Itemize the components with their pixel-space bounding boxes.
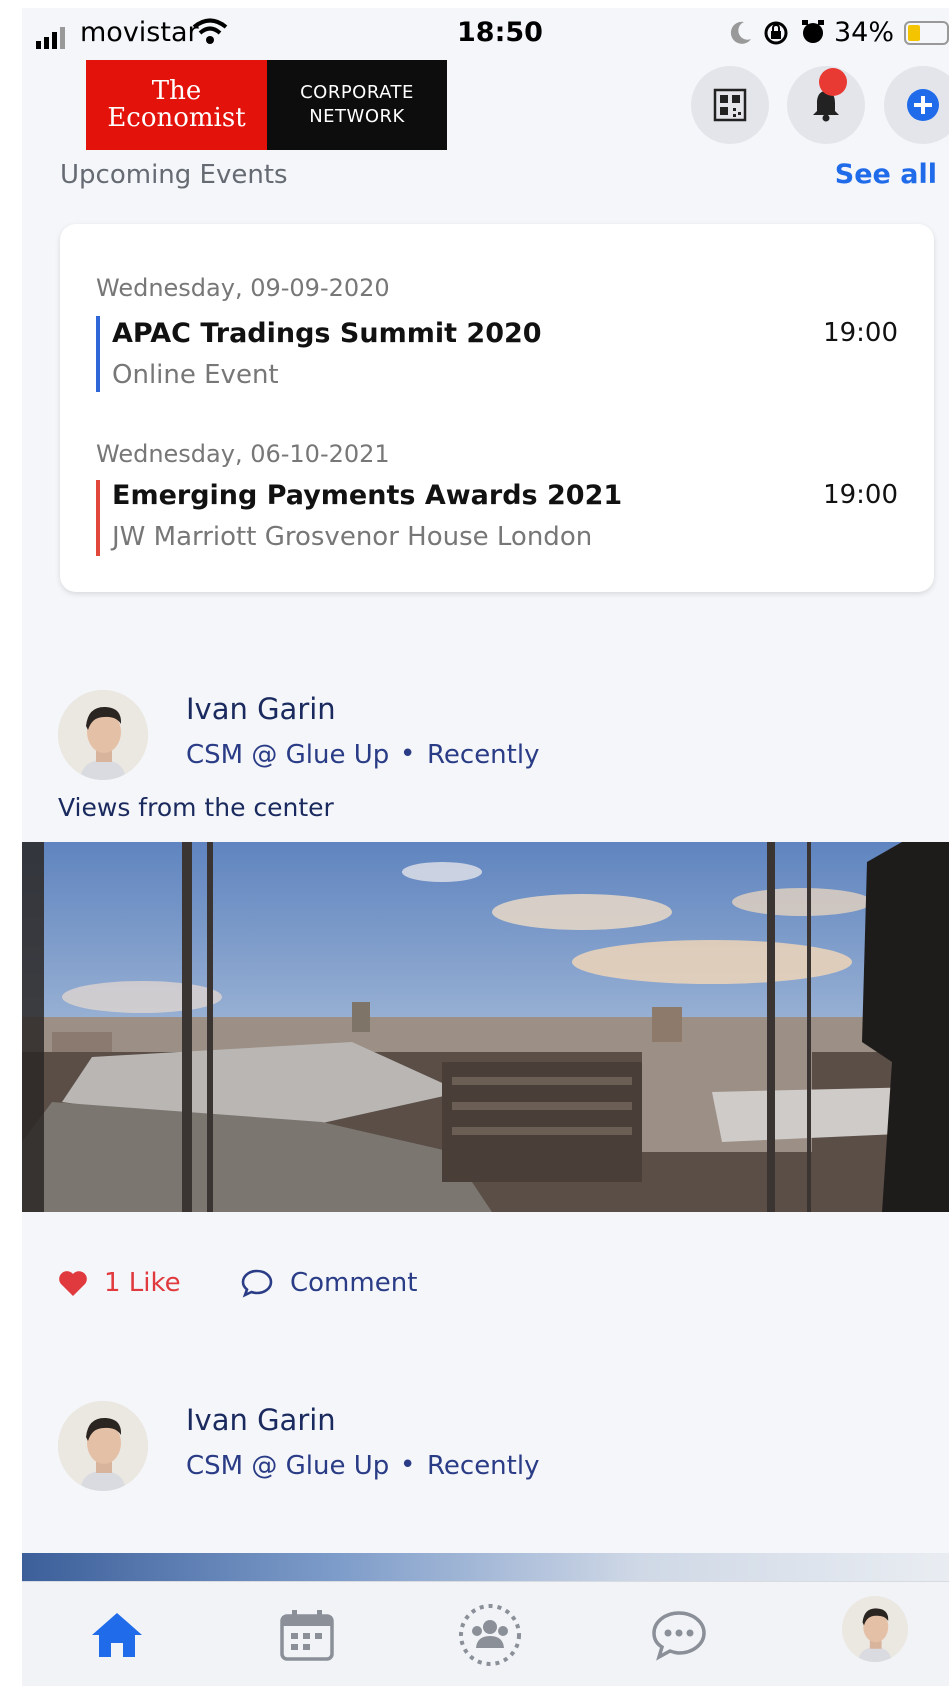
community-icon bbox=[459, 1604, 521, 1666]
tab-home[interactable] bbox=[82, 1600, 152, 1670]
upcoming-events-title: Upcoming Events bbox=[60, 160, 288, 190]
create-button[interactable] bbox=[884, 66, 949, 144]
logo-black-block: CORPORATE NETWORK bbox=[267, 60, 447, 150]
event-location: Online Event bbox=[112, 360, 279, 390]
event-time: 19:00 bbox=[823, 318, 898, 348]
tab-messages[interactable] bbox=[644, 1600, 714, 1670]
bottom-tab-bar bbox=[22, 1581, 949, 1686]
event-title: Emerging Payments Awards 2021 bbox=[112, 480, 623, 511]
logo-line-the: The bbox=[151, 75, 202, 106]
battery-percent: 34% bbox=[834, 17, 895, 48]
event-location: JW Marriott Grosvenor House London bbox=[112, 522, 593, 552]
post-time: Recently bbox=[427, 1451, 540, 1481]
event-date: Wednesday, 06-10-2021 bbox=[96, 440, 390, 468]
notification-badge bbox=[819, 68, 847, 96]
author-name[interactable]: Ivan Garin bbox=[186, 1403, 336, 1437]
signal-icon bbox=[36, 27, 66, 53]
moon-icon bbox=[728, 20, 752, 50]
event-time: 19:00 bbox=[823, 480, 898, 510]
author-name[interactable]: Ivan Garin bbox=[186, 692, 336, 726]
author-role: CSM @ Glue Up bbox=[186, 1451, 390, 1481]
author-avatar[interactable] bbox=[58, 1401, 148, 1491]
tab-profile[interactable] bbox=[842, 1596, 908, 1662]
app-screen: movistar 18:50 34% The Economist CORPORA… bbox=[22, 8, 949, 1686]
logo-line-network: NETWORK bbox=[309, 106, 405, 127]
author-avatar[interactable] bbox=[58, 690, 148, 780]
events-card: Wednesday, 09-09-2020 APAC Tradings Summ… bbox=[60, 224, 934, 592]
qr-code-icon bbox=[713, 88, 747, 122]
event-item-emerging-payments[interactable]: Emerging Payments Awards 2021 JW Marriot… bbox=[60, 480, 934, 560]
wifi-icon bbox=[192, 18, 228, 50]
event-item-apac[interactable]: APAC Tradings Summit 2020 Online Event 1… bbox=[60, 314, 934, 394]
logo-line-corporate: CORPORATE bbox=[300, 81, 414, 103]
status-bar: movistar 18:50 34% bbox=[22, 8, 949, 60]
logo-red-block: The Economist bbox=[86, 60, 267, 150]
comment-label: Comment bbox=[290, 1268, 418, 1298]
logo-line-economist: Economist bbox=[107, 103, 246, 133]
calendar-icon bbox=[280, 1610, 334, 1661]
qr-code-button[interactable] bbox=[691, 66, 769, 144]
rotation-lock-icon bbox=[763, 20, 789, 50]
battery-icon bbox=[904, 21, 949, 45]
like-button[interactable]: 1 Like bbox=[58, 1268, 181, 1298]
author-role: CSM @ Glue Up bbox=[186, 740, 390, 770]
event-color-bar bbox=[96, 480, 100, 556]
alarm-icon bbox=[800, 18, 826, 50]
chat-icon bbox=[652, 1611, 706, 1661]
heart-icon bbox=[59, 1271, 87, 1296]
see-all-link[interactable]: See all bbox=[835, 159, 937, 190]
like-count: 1 Like bbox=[104, 1268, 181, 1298]
profile-avatar bbox=[842, 1596, 908, 1662]
meta-separator-dot: • bbox=[400, 1450, 416, 1480]
tab-community[interactable] bbox=[455, 1600, 525, 1670]
carrier-label: movistar bbox=[80, 17, 199, 48]
event-date: Wednesday, 09-09-2020 bbox=[96, 274, 390, 302]
comment-button[interactable]: Comment bbox=[240, 1268, 417, 1298]
meta-separator-dot: • bbox=[400, 739, 416, 769]
home-icon bbox=[92, 1613, 142, 1657]
post-time: Recently bbox=[427, 740, 540, 770]
plus-circle-icon bbox=[907, 89, 939, 121]
post-text: Views from the center bbox=[58, 793, 334, 822]
tab-events[interactable] bbox=[272, 1600, 342, 1670]
event-color-bar bbox=[96, 316, 100, 392]
comment-bubble-icon bbox=[241, 1269, 273, 1298]
clock: 18:50 bbox=[457, 17, 543, 48]
post-photo[interactable] bbox=[22, 842, 949, 1212]
event-title: APAC Tradings Summit 2020 bbox=[112, 318, 542, 349]
economist-logo[interactable]: The Economist CORPORATE NETWORK bbox=[86, 60, 447, 150]
